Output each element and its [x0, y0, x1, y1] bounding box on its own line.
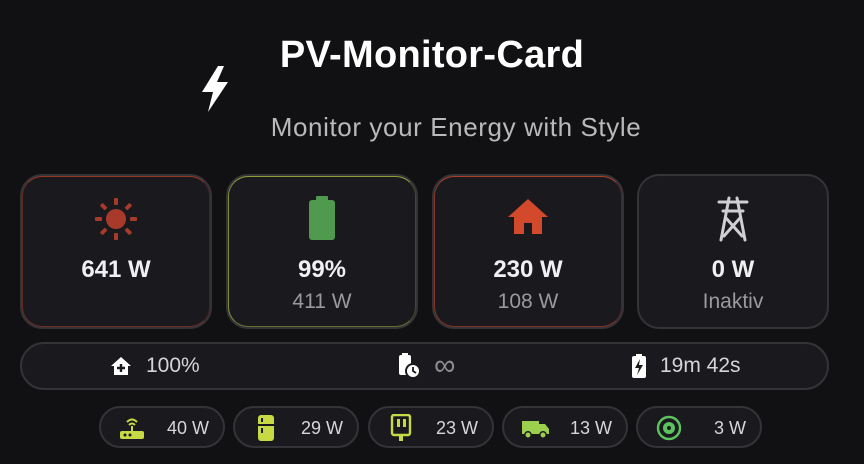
autarky-value: 100%	[146, 354, 200, 377]
power-pylon-icon	[717, 196, 749, 242]
house-sub-value: 108 W	[497, 290, 559, 313]
solar-power-value: 641 W	[81, 256, 151, 283]
van-icon	[522, 421, 549, 439]
heat-pump-power-value: 3 W	[713, 418, 746, 438]
page-title: PV-Monitor-Card	[279, 34, 585, 76]
battery-icon	[309, 196, 335, 240]
house-icon	[508, 199, 548, 234]
router-power-value: 40 W	[166, 418, 209, 438]
card-header: PV-Monitor-Card Monitor your Energy with…	[0, 0, 864, 170]
router-icon	[120, 418, 144, 439]
stats-bar: 100% ∞ 19m 42s	[20, 342, 829, 390]
page-subtitle: Monitor your Energy with Style	[270, 112, 642, 142]
stat-autarky: 100%	[110, 344, 200, 388]
battery-soc-value: 99%	[297, 256, 347, 283]
van-power-value: 13 W	[569, 418, 612, 438]
outlet-power-value: 23 W	[435, 418, 478, 438]
tile-grid[interactable]: 0 W Inaktiv	[637, 174, 829, 329]
tile-house[interactable]: 230 W 108 W	[432, 174, 624, 329]
home-plus-icon	[111, 357, 131, 375]
power-plug-icon	[390, 414, 412, 441]
grid-status-value: Inaktiv	[702, 290, 764, 313]
sun-icon	[95, 198, 137, 240]
charge-time-value: 19m 42s	[660, 354, 741, 377]
consumer-outlet[interactable]: 23 W	[368, 406, 494, 448]
battery-clock-icon	[399, 353, 420, 379]
house-power-value: 230 W	[493, 256, 563, 283]
stat-charge-time: 19m 42s	[632, 344, 741, 388]
consumer-heat-pump[interactable]: 3 W	[636, 406, 762, 448]
runtime-value: ∞	[434, 349, 456, 382]
battery-power-value: 411 W	[292, 290, 352, 313]
fridge-icon	[258, 415, 274, 441]
stat-runtime: ∞	[398, 344, 455, 388]
consumer-van[interactable]: 13 W	[502, 406, 628, 448]
heat-pump-icon	[656, 415, 682, 441]
grid-power-value: 0 W	[711, 256, 755, 283]
consumer-router[interactable]: 40 W	[99, 406, 225, 448]
fridge-power-value: 29 W	[300, 418, 343, 438]
tile-solar[interactable]: 641 W	[20, 174, 212, 329]
consumer-fridge[interactable]: 29 W	[233, 406, 359, 448]
tile-battery[interactable]: 99% 411 W	[226, 174, 418, 329]
battery-charging-icon	[632, 354, 646, 378]
